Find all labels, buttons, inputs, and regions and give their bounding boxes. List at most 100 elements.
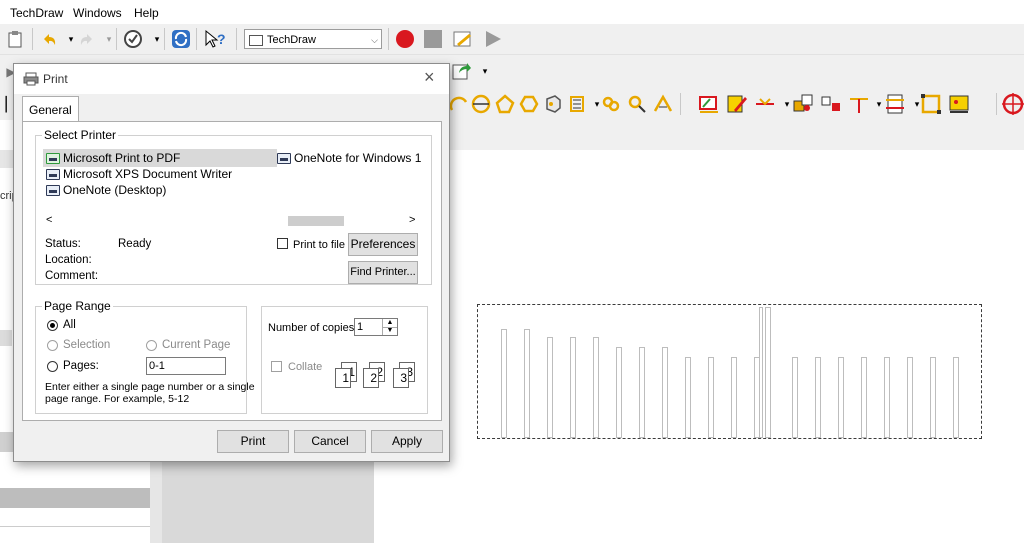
collate-checkbox[interactable] [271, 361, 282, 372]
drawing-frame [477, 304, 982, 439]
drawing-bar [639, 347, 645, 438]
scrollbar-thumb[interactable] [288, 216, 344, 226]
scroll-left-icon[interactable]: < [46, 214, 52, 226]
menu-windows[interactable]: Windows [73, 6, 122, 20]
workbench-icon [249, 34, 263, 46]
edit-macro-icon[interactable] [452, 28, 474, 50]
chain-icon[interactable] [600, 93, 622, 115]
preferences-button[interactable]: Preferences [348, 233, 418, 256]
copies-label: Number of copies: [268, 322, 358, 334]
range-pages-radio[interactable] [47, 361, 58, 372]
drawing-bar [662, 347, 668, 438]
printer-default-icon [46, 152, 60, 164]
centerline-icon[interactable] [754, 93, 776, 115]
printer-name: Microsoft XPS Document Writer [63, 167, 233, 181]
range-selection-radio[interactable] [47, 340, 58, 351]
drawing-bar [731, 357, 737, 438]
cancel-button[interactable]: Cancel [294, 430, 366, 453]
print-button[interactable]: Print [217, 430, 289, 453]
export-dropdown-icon[interactable]: ▾ [474, 60, 496, 82]
printer-icon [46, 184, 60, 196]
print-to-file-checkbox[interactable] [277, 238, 288, 249]
printer-name: OneNote (Desktop) [63, 183, 167, 197]
printer-icon [23, 72, 39, 89]
collate-illustration: 1 1 2 2 3 3 [329, 362, 429, 392]
collate-page: 1 [335, 368, 351, 388]
find-printer-button[interactable]: Find Printer... [348, 261, 418, 284]
spin-down-icon[interactable]: ▼ [382, 327, 397, 335]
range-all-label: All [63, 319, 76, 331]
workbench-combo[interactable]: TechDraw ⌵ [244, 29, 382, 49]
drawing-bar [953, 357, 959, 438]
drawing-bar [765, 307, 771, 438]
cosmetic-line-icon[interactable] [884, 93, 906, 115]
hatch-icon[interactable] [698, 93, 720, 115]
collate-label: Collate [288, 361, 323, 373]
undo-icon[interactable] [38, 28, 60, 50]
clipboard-icon[interactable] [4, 28, 26, 50]
selected-row[interactable] [0, 488, 150, 508]
main-toolbar: ▾ ▾ ▾ ? TechDraw ⌵ [0, 24, 1024, 55]
refresh-check-icon[interactable] [122, 28, 144, 50]
pages-input[interactable]: 0-1 [146, 357, 226, 375]
chevron-down-icon: ⌵ [371, 35, 378, 45]
menu-techdraw[interactable]: TechDraw [10, 6, 63, 20]
export-icon[interactable] [450, 60, 472, 82]
location-label: Location: [45, 254, 92, 266]
printer-name: OneNote for Windows 10 [294, 151, 421, 165]
weld-icon[interactable] [652, 93, 674, 115]
dialog-title: Print [43, 72, 68, 86]
image-icon[interactable] [948, 93, 970, 115]
range-current-label: Current Page [162, 339, 231, 351]
menu-bar: TechDraw Windows Help [0, 0, 1024, 24]
printer-item-onenote-desktop[interactable]: OneNote (Desktop) [46, 182, 166, 198]
drawing-bar [501, 329, 507, 438]
dialog-titlebar[interactable]: Print × [14, 64, 449, 94]
lens-icon[interactable] [626, 93, 648, 115]
printer-item-xps[interactable]: Microsoft XPS Document Writer [46, 166, 232, 182]
printer-item-onenote-win10[interactable]: OneNote for Windows 10 [277, 150, 421, 166]
tab-general[interactable]: General [22, 96, 79, 122]
drawing-bar [685, 357, 691, 438]
drawing-bar [708, 357, 714, 438]
record-macro-icon[interactable] [394, 28, 416, 50]
annotation-icon[interactable] [726, 93, 748, 115]
target-icon[interactable] [1002, 93, 1024, 115]
drawing-bar [570, 337, 576, 438]
range-current-radio[interactable] [146, 340, 157, 351]
hexagon-icon[interactable] [518, 93, 540, 115]
range-help-line2: page range. For example, 5-12 [45, 393, 190, 405]
apply-button[interactable]: Apply [371, 430, 443, 453]
scroll-right-icon[interactable]: > [409, 214, 415, 226]
copies-value: 1 [357, 321, 364, 333]
run-macro-icon[interactable] [482, 28, 504, 50]
drawing-bar [792, 357, 798, 438]
bolt-icon[interactable] [542, 93, 564, 115]
page-range-legend: Page Range [42, 299, 113, 313]
copies-spinbox[interactable]: 1 ▲ ▼ [354, 318, 398, 336]
thread-icon[interactable] [566, 93, 588, 115]
printer-list-scrollbar[interactable]: < > [43, 214, 421, 228]
tab-panel-general: Select Printer Microsoft Print to PDF On… [22, 121, 442, 421]
printer-item-pdf[interactable]: Microsoft Print to PDF [46, 150, 180, 166]
range-help-line1: Enter either a single page number or a s… [45, 381, 255, 393]
status-label: Status: [45, 238, 81, 250]
frame-icon[interactable] [920, 93, 942, 115]
close-icon[interactable]: × [424, 67, 435, 88]
drawing-bar [930, 357, 936, 438]
menu-help[interactable]: Help [134, 6, 159, 20]
arc-icon[interactable] [448, 93, 470, 115]
splitter-handle[interactable] [0, 330, 12, 346]
select-printer-legend: Select Printer [42, 128, 119, 142]
balloon-icon[interactable] [820, 93, 842, 115]
stop-macro-icon[interactable] [422, 28, 444, 50]
leader-icon[interactable] [848, 93, 870, 115]
refresh-icon[interactable] [170, 28, 192, 50]
drawing-bar [861, 357, 867, 438]
lock-view-icon[interactable] [792, 93, 814, 115]
circle-line-icon[interactable] [470, 93, 492, 115]
polygon-icon[interactable] [494, 93, 516, 115]
whats-this-icon[interactable]: ? [204, 28, 226, 50]
range-all-radio[interactable] [47, 320, 58, 331]
redo-icon[interactable] [76, 28, 98, 50]
